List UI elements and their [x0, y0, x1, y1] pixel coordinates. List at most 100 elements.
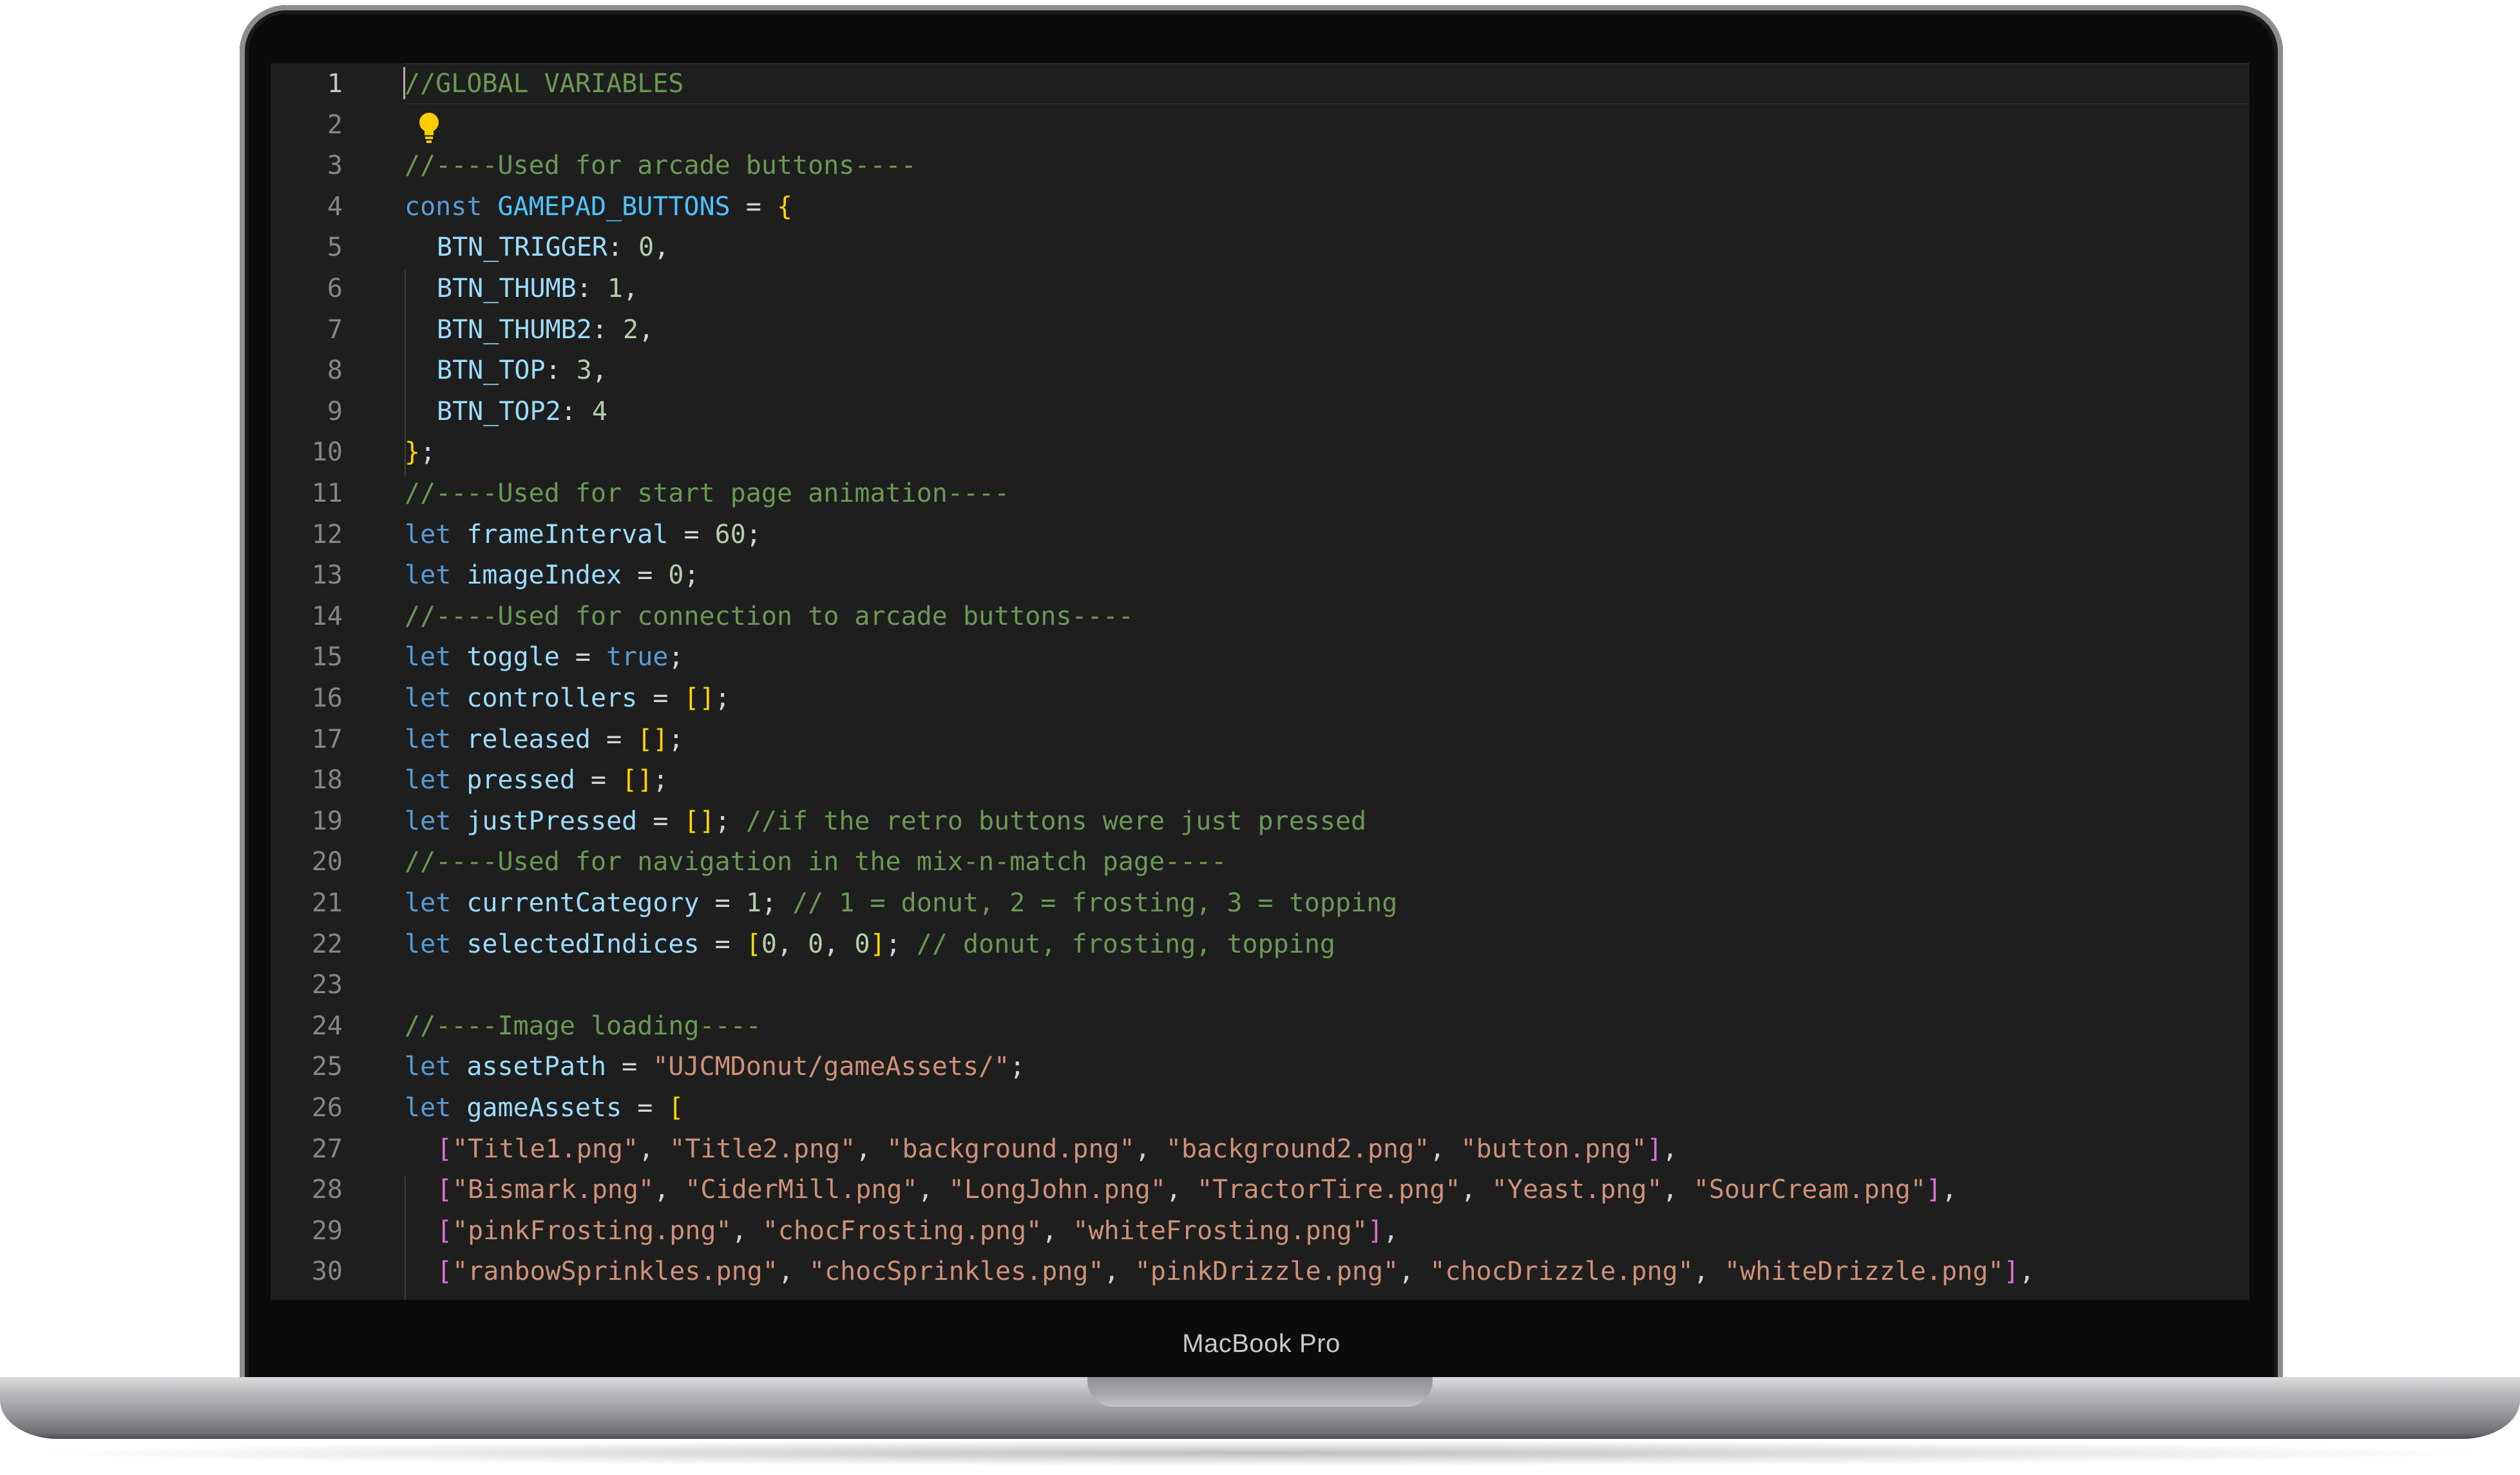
code-token: "whiteFrosting.png" — [1073, 1215, 1368, 1246]
line-number: 8 — [327, 356, 343, 386]
line-number: 23 — [311, 970, 343, 1000]
code-token: released — [466, 724, 591, 754]
code-line[interactable]: 26 let gameAssets = [ — [271, 1087, 2249, 1128]
code-text: let controllers = []; — [405, 678, 730, 719]
code-token: , — [777, 929, 808, 959]
code-line[interactable]: 3 //----Used for arcade buttons---- — [271, 145, 2249, 186]
code-token: //----Used for connection to arcade butt… — [405, 601, 1134, 631]
code-token: = — [606, 1052, 653, 1082]
code-token: let — [405, 642, 467, 672]
code-token: [ — [437, 1257, 453, 1287]
code-token: [] — [637, 724, 669, 754]
code-token: GAMEPAD_BUTTONS — [497, 191, 730, 222]
code-token: = — [590, 724, 638, 754]
code-line[interactable]: 20 //----Used for navigation in the mix-n… — [271, 841, 2249, 882]
line-number: 4 — [327, 191, 343, 222]
line-number: 10 — [311, 437, 343, 468]
code-text: let imageIndex = 0; — [405, 555, 700, 596]
code-token: 1 — [745, 888, 761, 918]
code-token: 2 — [623, 314, 639, 345]
code-token: : — [576, 274, 607, 303]
code-token: "chocSprinkles.png" — [809, 1257, 1104, 1287]
code-token: , — [1429, 1134, 1461, 1164]
code-line[interactable]: 28 ["Bismark.png", "CiderMill.png", "Long… — [271, 1169, 2249, 1210]
code-token: let — [405, 806, 467, 836]
code-line[interactable]: 23 — [271, 964, 2249, 1005]
code-line[interactable]: 24 //----Image loading---- — [271, 1005, 2249, 1047]
code-token: ; — [683, 560, 700, 591]
code-token: = — [699, 929, 746, 959]
code-line[interactable]: 18 let pressed = []; — [271, 759, 2249, 801]
code-line[interactable]: 4 const GAMEPAD_BUTTONS = { — [271, 186, 2249, 227]
code-token: , — [623, 274, 639, 303]
code-token: ; — [745, 519, 761, 549]
code-token: , — [1134, 1134, 1166, 1164]
code-editor[interactable]: 1//GLOBAL VARIABLES 2 3//----Used for arca… — [271, 63, 2249, 1300]
code-line[interactable]: 25 let assetPath = "UJCMDonut/gameAssets/… — [271, 1046, 2249, 1087]
code-token: justPressed — [466, 806, 638, 836]
code-text: ["pinkFrosting.png", "chocFrosting.png",… — [437, 1210, 1398, 1251]
code-line[interactable]: 8 BTN_TOP: 3, — [271, 350, 2249, 391]
code-line[interactable]: 13 let imageIndex = 0; — [271, 555, 2249, 596]
code-text: }; — [405, 432, 435, 473]
code-text: BTN_TOP: 3, — [437, 350, 607, 391]
code-token: let — [405, 765, 467, 795]
code-text: let assetPath = "UJCMDonut/gameAssets/"; — [405, 1046, 1025, 1087]
code-token: , — [654, 1175, 685, 1205]
code-token: "chocFrosting.png" — [762, 1215, 1042, 1246]
code-line[interactable]: 21 let currentCategory = 1; // 1 = donut,… — [271, 882, 2249, 924]
line-number: 21 — [311, 888, 343, 918]
code-line[interactable]: 29 ["pinkFrosting.png", "chocFrosting.png… — [271, 1210, 2249, 1251]
code-token: 0 — [638, 233, 654, 263]
code-token: = — [622, 1093, 669, 1123]
code-text: //----Image loading---- — [405, 1005, 761, 1047]
code-token: = — [622, 560, 669, 591]
line-number: 30 — [311, 1257, 343, 1287]
code-line[interactable]: 7 BTN_THUMB2: 2, — [271, 309, 2249, 350]
code-token: , — [638, 314, 654, 345]
code-text: BTN_THUMB2: 2, — [437, 309, 654, 350]
code-token: = — [637, 683, 684, 713]
code-line[interactable]: 11 //----Used for start page animation---… — [271, 473, 2249, 514]
code-line[interactable]: 27 ["Title1.png", "Title2.png", "backgrou… — [271, 1128, 2249, 1170]
code-text: //----Used for navigation in the mix-n-m… — [405, 841, 1227, 882]
code-text: let pressed = []; — [405, 759, 668, 801]
code-token: //----Used for navigation in the mix-n-m… — [405, 847, 1227, 877]
code-line[interactable]: 1 //GLOBAL VARIABLES — [271, 63, 2249, 104]
code-token: ] — [1367, 1215, 1384, 1246]
code-token: 60 — [714, 519, 746, 549]
code-line[interactable]: 17 let released = []; — [271, 719, 2249, 760]
code-token: gameAssets — [466, 1093, 622, 1123]
code-token: [ — [745, 929, 761, 959]
code-token: "Title1.png" — [452, 1134, 639, 1164]
code-token: //----Used for arcade buttons---- — [405, 151, 917, 181]
code-line[interactable]: 2 — [271, 104, 2249, 146]
code-line[interactable]: 30 ["ranbowSprinkles.png", "chocSprinkles… — [271, 1251, 2249, 1292]
code-token: ; — [420, 437, 436, 468]
code-line[interactable]: 22 let selectedIndices = [0, 0, 0]; // do… — [271, 924, 2249, 965]
code-line[interactable]: 15 let toggle = true; — [271, 636, 2249, 678]
code-line[interactable]: 9 BTN_TOP2: 4 — [271, 391, 2249, 432]
code-token: = — [575, 765, 622, 795]
line-number: 27 — [311, 1134, 343, 1164]
code-token: "pinkDrizzle.png" — [1134, 1257, 1399, 1287]
code-token: ; — [1009, 1052, 1026, 1082]
line-number: 20 — [311, 847, 343, 877]
code-line[interactable]: 14 //----Used for connection to arcade bu… — [271, 596, 2249, 637]
code-line[interactable]: 10}; — [271, 432, 2249, 473]
code-token: = — [699, 888, 746, 918]
code-line[interactable]: 12 let frameInterval = 60; — [271, 514, 2249, 555]
line-number: 25 — [311, 1052, 343, 1082]
code-text: BTN_TOP2: 4 — [437, 391, 607, 432]
code-line[interactable]: 5 BTN_TRIGGER: 0, — [271, 227, 2249, 268]
code-line[interactable]: 6 BTN_THUMB: 1, — [271, 268, 2249, 309]
code-line[interactable]: 19 let justPressed = []; //if the retro b… — [271, 801, 2249, 842]
code-token: : — [560, 396, 592, 426]
code-token: , — [855, 1134, 887, 1164]
code-token: currentCategory — [466, 888, 700, 918]
screen: 1//GLOBAL VARIABLES 2 3//----Used for arca… — [271, 63, 2249, 1300]
code-token: , — [1165, 1175, 1198, 1205]
line-number: 3 — [327, 151, 343, 181]
code-line[interactable]: 16 let controllers = []; — [271, 678, 2249, 719]
code-token: // donut, frosting, topping — [916, 929, 1336, 959]
